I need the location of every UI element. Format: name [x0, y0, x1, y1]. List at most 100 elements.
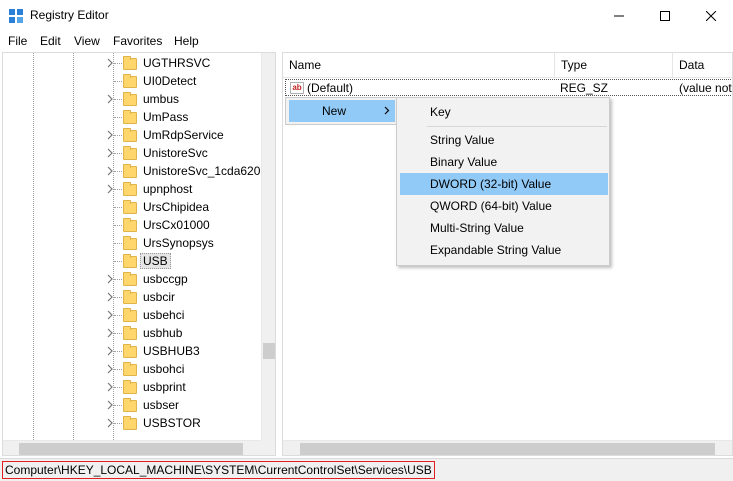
tree-item[interactable]: USBHUB3	[3, 342, 261, 360]
list-horizontal-scrollbar[interactable]	[283, 440, 732, 455]
submenu-item-multi-string-value[interactable]: Multi-String Value	[400, 217, 608, 239]
folder-icon	[123, 308, 137, 322]
tree-horizontal-scrollbar[interactable]	[3, 440, 261, 455]
expand-chevron-icon[interactable]	[105, 148, 115, 158]
value-data: (value not	[679, 81, 732, 95]
expand-chevron-icon[interactable]	[105, 94, 115, 104]
registry-path[interactable]: Computer\HKEY_LOCAL_MACHINE\SYSTEM\Curre…	[2, 461, 435, 479]
submenu-item-string-value[interactable]: String Value	[400, 129, 608, 151]
menu-favorites[interactable]: Favorites	[113, 34, 162, 48]
tree-item[interactable]: UnistoreSvc	[3, 144, 261, 162]
context-menu-new-label: New	[322, 104, 347, 118]
folder-icon	[123, 272, 137, 286]
expand-chevron-icon[interactable]	[105, 184, 115, 194]
tree-connector	[114, 261, 122, 262]
tree-item[interactable]: UGTHRSVC	[3, 54, 261, 72]
minimize-button[interactable]	[596, 0, 642, 31]
tree-item[interactable]: UrsCx01000	[3, 216, 261, 234]
registry-editor-icon	[9, 9, 23, 23]
tree-connector	[114, 81, 122, 82]
menu-view[interactable]: View	[74, 34, 100, 48]
expand-chevron-icon[interactable]	[105, 292, 115, 302]
tree-item[interactable]: usbhub	[3, 324, 261, 342]
expand-chevron-icon[interactable]	[105, 364, 115, 374]
tree-connector	[114, 117, 122, 118]
tree-item[interactable]: UI0Detect	[3, 72, 261, 90]
tree-item[interactable]: USBSTOR	[3, 414, 261, 432]
expand-chevron-icon[interactable]	[105, 382, 115, 392]
expand-chevron-icon[interactable]	[105, 328, 115, 338]
tree-item[interactable]: usbehci	[3, 306, 261, 324]
expand-chevron-icon[interactable]	[105, 166, 115, 176]
menu-file[interactable]: File	[8, 34, 27, 48]
tree-item[interactable]: umbus	[3, 90, 261, 108]
tree-connector	[114, 297, 122, 298]
value-name: (Default)	[307, 81, 354, 95]
folder-icon	[123, 164, 137, 178]
expand-chevron-icon[interactable]	[105, 274, 115, 284]
tree-connector	[114, 387, 122, 388]
expand-chevron-icon[interactable]	[105, 346, 115, 356]
tree-item-label: usbser	[143, 398, 180, 412]
tree-horizontal-scroll-thumb[interactable]	[19, 443, 243, 455]
tree-item[interactable]: usbccgp	[3, 270, 261, 288]
tree-item[interactable]: usbcir	[3, 288, 261, 306]
submenu-item-expandable-string-value[interactable]: Expandable String Value	[400, 239, 608, 261]
tree-item-label: UrsCx01000	[143, 218, 210, 232]
list-horizontal-scroll-thumb[interactable]	[300, 443, 715, 455]
value-row[interactable]: ab (Default) REG_SZ (value not	[285, 79, 732, 96]
scroll-corner	[261, 440, 275, 455]
expand-chevron-icon[interactable]	[105, 310, 115, 320]
tree-connector	[114, 315, 122, 316]
expand-chevron-icon[interactable]	[105, 58, 115, 68]
tree-item-label: usbccgp	[143, 272, 188, 286]
expand-chevron-icon[interactable]	[105, 418, 115, 428]
menu-edit[interactable]: Edit	[40, 34, 61, 48]
tree-vertical-scroll-thumb[interactable]	[263, 343, 275, 359]
submenu-item-qword-value[interactable]: QWORD (64-bit) Value	[400, 195, 608, 217]
tree-item-label: usbohci	[143, 362, 185, 376]
submenu-item-label: Key	[430, 105, 451, 119]
folder-icon	[123, 290, 137, 304]
tree-item[interactable]: usbohci	[3, 360, 261, 378]
tree-item[interactable]: UrsChipidea	[3, 198, 261, 216]
tree-item[interactable]: UmPass	[3, 108, 261, 126]
tree-item-label: usbcir	[143, 290, 176, 304]
tree-item-label: UmPass	[143, 110, 189, 124]
tree-item[interactable]: usbser	[3, 396, 261, 414]
submenu-item-dword-value[interactable]: DWORD (32-bit) Value	[400, 173, 608, 195]
expand-chevron-icon[interactable]	[105, 130, 115, 140]
window-title: Registry Editor	[30, 8, 109, 22]
tree-item[interactable]: UnistoreSvc_1cda620	[3, 162, 261, 180]
folder-icon	[123, 254, 137, 268]
tree-item-label: USBHUB3	[143, 344, 200, 358]
context-menu: New	[285, 97, 397, 125]
tree-item-label: usbehci	[143, 308, 185, 322]
close-button[interactable]	[688, 0, 733, 31]
tree-item[interactable]: usbprint	[3, 378, 261, 396]
tree-item-label: UnistoreSvc_1cda620	[143, 164, 261, 178]
tree-item[interactable]: upnphost	[3, 180, 261, 198]
context-menu-new[interactable]: New	[289, 100, 395, 122]
tree-connector	[114, 153, 122, 154]
tree-item[interactable]: USB	[3, 252, 261, 270]
expand-chevron-icon[interactable]	[105, 400, 115, 410]
submenu-item-binary-value[interactable]: Binary Value	[400, 151, 608, 173]
column-header-type[interactable]: Type	[555, 53, 673, 77]
column-header-data[interactable]: Data	[673, 53, 732, 77]
maximize-button[interactable]	[642, 0, 688, 31]
tree-item-label: UI0Detect	[143, 74, 197, 88]
tree-item[interactable]: UmRdpService	[3, 126, 261, 144]
folder-icon	[123, 200, 137, 214]
submenu-item-key[interactable]: Key	[400, 101, 608, 123]
menu-help[interactable]: Help	[174, 34, 199, 48]
tree-item[interactable]: UrsSynopsys	[3, 234, 261, 252]
registry-tree[interactable]: UGTHRSVC UI0Detect umbus UmPass UmRdpService…	[2, 52, 276, 456]
tree-vertical-scrollbar[interactable]	[261, 53, 275, 440]
tree-connector	[114, 243, 122, 244]
submenu-item-label: Multi-String Value	[430, 221, 524, 235]
submenu-separator	[427, 126, 607, 127]
tree-connector	[114, 135, 122, 136]
folder-icon	[123, 110, 137, 124]
column-header-name[interactable]: Name	[283, 53, 555, 77]
